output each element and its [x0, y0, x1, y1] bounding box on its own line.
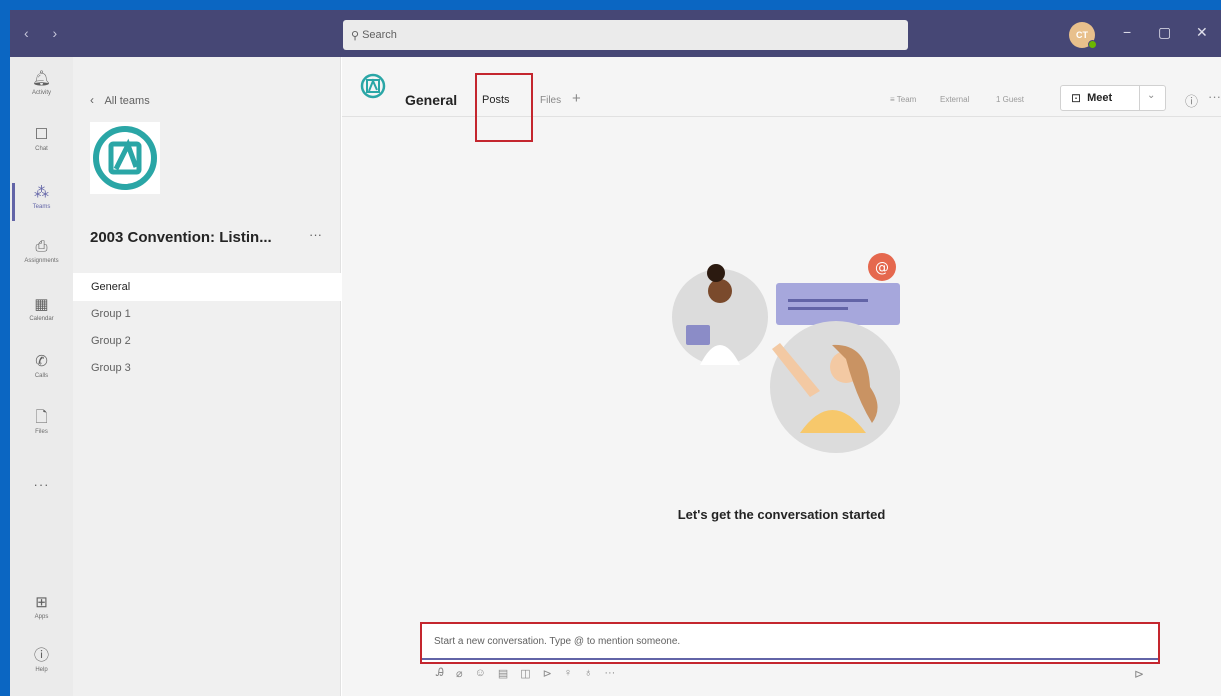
- tab-files[interactable]: Files: [540, 95, 561, 106]
- help-icon: ⓘ: [33, 647, 49, 664]
- meet-now-icon[interactable]: ⊳: [543, 667, 552, 680]
- rail-label: Files: [35, 429, 48, 435]
- compose-toolbar: Ꭿ ⌀ ☺ ▤ ◫ ⊳ ♀ ♁ ···: [436, 667, 615, 680]
- search-icon: ⚲: [351, 29, 360, 42]
- calendar-icon: ▦: [34, 296, 49, 313]
- guest-chip: 1 Guest: [996, 95, 1025, 104]
- rail-label: Chat: [35, 146, 48, 152]
- channel-group-1[interactable]: Group 1: [73, 300, 341, 328]
- info-icon[interactable]: ⓘ: [1185, 91, 1198, 110]
- team-chip-label: Team: [896, 95, 917, 104]
- close-button[interactable]: ✕: [1196, 24, 1208, 41]
- meet-label: Meet: [1087, 92, 1113, 104]
- praise-icon[interactable]: ♀: [564, 667, 572, 680]
- meet-divider: [1139, 86, 1140, 110]
- chevron-left-icon: ‹: [90, 93, 94, 107]
- rail-item-help[interactable]: ⓘ Help: [10, 642, 73, 694]
- emoji-icon[interactable]: ☺: [475, 667, 486, 680]
- team-logo: [90, 122, 160, 194]
- rail-item-assignments[interactable]: ⎙ Assignments: [10, 233, 73, 285]
- apps-icon: ⊞: [35, 594, 48, 611]
- search-placeholder: Search: [362, 29, 397, 41]
- all-teams-link[interactable]: ‹ All teams: [90, 93, 150, 107]
- maximize-button[interactable]: ▢: [1158, 24, 1171, 41]
- send-icon[interactable]: ⊳: [1134, 667, 1144, 681]
- add-tab-button[interactable]: +: [572, 90, 581, 107]
- compose-focus-line: [422, 658, 1158, 660]
- team-logo-icon: [93, 126, 157, 190]
- more-apps-button[interactable]: ···: [10, 477, 73, 492]
- rail-label: Calendar: [29, 316, 54, 322]
- team-name[interactable]: 2003 Convention: Listin...: [90, 229, 272, 246]
- rail-item-calendar[interactable]: ▦ Calendar: [10, 291, 73, 343]
- rail-label: Assignments: [24, 258, 59, 264]
- rail-item-teams[interactable]: ⁂ Teams: [10, 179, 73, 231]
- posts-highlight-box: [475, 73, 533, 142]
- meet-button[interactable]: ⊡ Meet ⌄: [1060, 85, 1166, 111]
- sticker-icon[interactable]: ◫: [520, 667, 530, 680]
- team-panel: ‹ All teams 2003 Convention: Listin... ·…: [73, 57, 341, 696]
- channel-header: General Posts Files + ≡ Team External 1 …: [342, 57, 1221, 122]
- avatar[interactable]: CT: [1069, 22, 1097, 49]
- conversation-illustration: @: [672, 253, 900, 453]
- empty-state-title: Let's get the conversation started: [677, 507, 886, 522]
- svg-text:@: @: [875, 260, 889, 276]
- title-bar: ‹ › ⚲ Search CT − ▢ ✕: [10, 10, 1221, 57]
- rail-label: Calls: [34, 373, 49, 379]
- more-tools-icon[interactable]: ···: [604, 667, 615, 680]
- avatar-initials: CT: [1076, 30, 1088, 40]
- rail-item-files[interactable]: 🗋 Files: [10, 404, 73, 456]
- team-chip: ≡ Team: [890, 95, 916, 104]
- rail-label: Help: [35, 667, 48, 673]
- rail-label: Apps: [34, 614, 49, 620]
- team-chip-icon: ≡: [890, 95, 897, 104]
- chevron-down-icon[interactable]: ⌄: [1147, 90, 1155, 101]
- presence-badge: [1088, 40, 1097, 49]
- chat-icon: ☐: [34, 126, 49, 143]
- compose-input[interactable]: [434, 636, 1134, 647]
- team-more-button[interactable]: ···: [309, 227, 322, 242]
- file-icon: 🗋: [35, 409, 48, 426]
- rail-label: Activity: [31, 90, 51, 96]
- channel-group-3[interactable]: Group 3: [73, 354, 341, 382]
- gif-icon[interactable]: ▤: [498, 667, 508, 680]
- rail-item-calls[interactable]: ✆ Calls: [10, 348, 73, 400]
- rail-item-chat[interactable]: ☐ Chat: [10, 121, 73, 173]
- app-rail: 🔔︎ Activity ☐ Chat ⁂ Teams ⎙ Assignments…: [10, 57, 73, 696]
- bell-icon: 🔔︎: [31, 70, 52, 87]
- compose-box[interactable]: [420, 622, 1160, 664]
- video-camera-icon: ⊡: [1071, 91, 1082, 105]
- teams-icon: ⁂: [34, 184, 49, 201]
- assignments-icon: ⎙: [35, 238, 48, 255]
- loop-icon[interactable]: ♁: [584, 667, 592, 680]
- channel-logo: [360, 73, 386, 104]
- channel-title: General: [405, 92, 458, 108]
- more-options-icon[interactable]: ···: [1208, 89, 1221, 104]
- rail-item-activity[interactable]: 🔔︎ Activity: [10, 65, 73, 117]
- minimize-button[interactable]: −: [1123, 24, 1131, 40]
- channel-general[interactable]: General: [73, 273, 341, 301]
- attach-icon[interactable]: ⌀: [456, 667, 463, 680]
- channel-logo-icon: [360, 73, 386, 99]
- rail-label: Teams: [32, 204, 51, 210]
- all-teams-label: All teams: [104, 95, 150, 107]
- format-icon[interactable]: Ꭿ: [436, 667, 444, 680]
- teams-window: ‹ › ⚲ Search CT − ▢ ✕ 🔔︎ Activity ☐ Chat…: [10, 10, 1221, 696]
- channel-group-2[interactable]: Group 2: [73, 327, 341, 355]
- phone-icon: ✆: [35, 353, 48, 370]
- history-arrows[interactable]: ‹ ›: [24, 25, 67, 41]
- conversation-area: @ Let's get the conversation started: [342, 117, 1221, 696]
- rail-item-apps[interactable]: ⊞ Apps: [10, 589, 73, 641]
- external-chip: External: [940, 95, 970, 104]
- search-input[interactable]: ⚲ Search: [343, 20, 908, 50]
